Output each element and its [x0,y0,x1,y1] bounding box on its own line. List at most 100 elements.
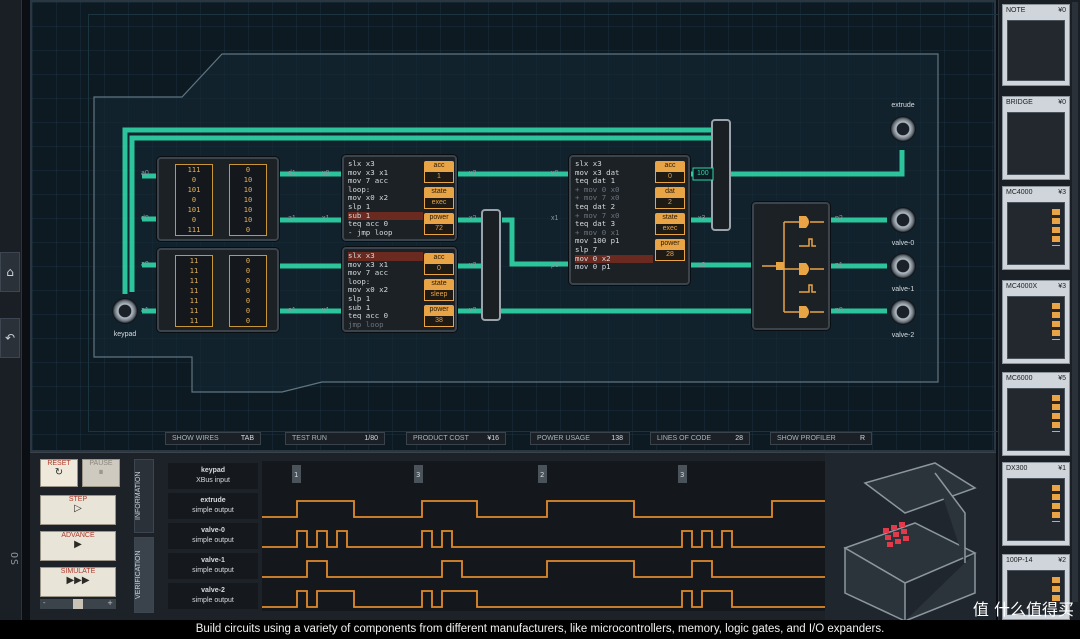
tab-verification[interactable]: VERIFICATION [134,537,154,613]
pin-label: a1 [288,307,296,314]
show-wires-button[interactable]: SHOW WIRES TAB [165,432,261,445]
part-price: ¥3 [1058,189,1066,196]
valve-0-port[interactable] [890,207,916,233]
memory-cell: 111 [187,226,201,234]
code-editor[interactable]: slx x3 mov x3 dat teq dat 1 + mov 0 x0 + mov… [575,159,653,272]
pause-button[interactable]: PAUSE ⏸ [82,459,120,487]
memory-cell: 11 [189,297,199,305]
pin-label: x2 [469,307,477,314]
mc6000-chip-1[interactable]: slx x3 mov x3 x1 mov 7 acc loop: mov x0 x2 sl… [342,155,457,241]
memory-cell: 0 [245,297,251,305]
memory-cell: 10 [243,186,253,194]
part-preview [1007,296,1065,359]
part-preview [1007,20,1065,81]
part-preview [1007,112,1065,175]
mc6000-chip-2[interactable]: slx x3 mov x3 x1 mov 7 acc loop: mov x0 x2 sl… [342,247,457,332]
keypad-event-label: 1 [294,471,298,479]
register-power: power 28 [655,239,685,261]
circuit-board[interactable]: 111 0 101 0 101 0 111 0 10 10 10 10 10 0 11 11 11 11 11 1… [30,0,1006,452]
code-editor[interactable]: slx x3 mov x3 x1 mov 7 acc loop: mov x0 x2 sl… [348,159,423,237]
waveform-valve-0 [262,530,832,548]
part-name: NOTE [1006,7,1026,14]
register-state: state exec [424,187,454,209]
signal-label-valve-1: valve-1 simple output [168,553,258,579]
step-button[interactable]: STEP ▷ [40,495,116,525]
pin-label: d1 [288,170,296,177]
waveform-extrude [262,500,832,518]
part-mc4000[interactable]: MC4000 ¥3 [1002,186,1070,270]
extrude-label: extrude [891,102,915,109]
part-name: BRIDGE [1006,99,1033,106]
reset-button[interactable]: RESET ↻ [40,459,78,487]
part-price: ¥3 [1058,283,1066,290]
memory-cell: 0 [245,267,251,275]
parts-scrollbar[interactable] [1072,2,1078,602]
tab-information[interactable]: INFORMATION [134,459,154,533]
step-icon: ▷ [74,503,82,514]
part-dx300[interactable]: DX300 ¥1 [1002,462,1070,546]
part-note[interactable]: NOTE ¥0 [1002,4,1070,86]
keypad-event-label: 3 [680,471,684,479]
pin-label: x3 [469,170,477,177]
register-state: state sleep [424,279,454,301]
mc6000-chip-3[interactable]: slx x3 mov x3 dat teq dat 1 + mov 0 x0 + mov… [569,155,690,285]
code-editor[interactable]: slx x3 mov x3 x1 mov 7 acc loop: mov x0 x2 sl… [348,251,423,329]
logic-gate-block[interactable] [752,202,830,330]
extrude-port[interactable] [890,116,916,142]
speed-slider[interactable]: - + [40,599,116,609]
advance-button[interactable]: ADVANCE ▶ [40,531,116,561]
part-name: MC6000 [1006,375,1033,382]
part-name: 100P-14 [1006,557,1033,564]
part-mc4000x[interactable]: MC4000X ¥3 [1002,280,1070,364]
bus-value-readout: 100 [697,170,709,177]
keypad-label: keypad [113,331,137,338]
valve-0-label: valve-0 [891,240,915,247]
keypad-port[interactable] [112,298,138,324]
memory-cell: 111 [187,166,201,174]
part-price: ¥0 [1058,99,1066,106]
part-preview [1007,388,1065,451]
memory-column: 111 0 101 0 101 0 111 [175,164,213,236]
left-toolbar: ⌂ ↶ OS [0,0,22,639]
bridge-1 [711,119,731,231]
memory-chip-1[interactable]: 111 0 101 0 101 0 111 0 10 10 10 10 10 0 [157,157,279,241]
pin-label: x3 [698,215,706,222]
waveform-valve-2 [262,590,832,608]
part-bridge[interactable]: BRIDGE ¥0 [1002,96,1070,180]
home-button[interactable]: ⌂ [0,252,20,292]
pin-label: a0 [141,261,149,268]
pin-label: p1 [835,262,843,269]
memory-cell: 11 [189,287,199,295]
memory-cell: 0 [191,216,197,224]
memory-chip-2[interactable]: 11 11 11 11 11 11 11 0 0 0 0 0 0 0 [157,248,279,332]
test-run-status: TEST RUN 1/80 [285,432,385,445]
part-price: ¥5 [1058,375,1066,382]
part-preview [1007,478,1065,541]
pin-label: x1 [322,307,330,314]
memory-cell: 10 [243,206,253,214]
bridge-2 [481,209,501,321]
part-price: ¥1 [1058,465,1066,472]
valve-1-port[interactable] [890,253,916,279]
signal-label-keypad: keypad XBus input [168,463,258,489]
memory-column: 0 10 10 10 10 10 0 [229,164,267,236]
memory-cell: 0 [245,307,251,315]
pin-label: x0 [322,170,330,177]
pin-label: a1 [141,307,149,314]
memory-cell: 10 [243,176,253,184]
part-mc6000[interactable]: MC6000 ¥5 [1002,372,1070,456]
valve-2-port[interactable] [890,299,916,325]
show-profiler-button[interactable]: SHOW PROFILER R [770,432,872,445]
memory-cell: 0 [245,257,251,265]
keypad-event-label: 2 [540,471,544,479]
power-usage-status: POWER USAGE 138 [530,432,630,445]
memory-cell: 0 [191,176,197,184]
memory-cell: 10 [243,216,253,224]
part-name: MC4000X [1006,283,1038,290]
register-power: power 72 [424,213,454,235]
undo-button[interactable]: ↶ [0,318,20,358]
part-name: MC4000 [1006,189,1033,196]
simulate-button[interactable]: SIMULATE ▶▶▶ [40,567,116,597]
valve-2-label: valve-2 [891,332,915,339]
part-price: ¥0 [1058,7,1066,14]
